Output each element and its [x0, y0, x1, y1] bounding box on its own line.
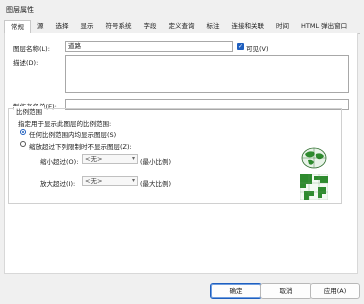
apply-button[interactable]: 应用(A)	[310, 283, 360, 299]
window-title: 图层属性	[6, 6, 34, 14]
description-textarea[interactable]	[65, 55, 349, 93]
radio-any-scale-label: 任何比例范围内均显示图层(S)	[29, 131, 117, 139]
map-detail-icon	[300, 174, 328, 200]
cancel-button[interactable]: 取消	[260, 283, 312, 299]
visible-checkbox[interactable]: ✓	[237, 43, 244, 50]
tab-definition-query[interactable]: 定义查询	[163, 20, 201, 32]
tab-selection[interactable]: 选择	[50, 20, 75, 32]
min-scale-hint: (最小比例)	[140, 158, 172, 166]
layer-name-label: 图层名称(L):	[13, 45, 50, 53]
visible-label: 可见(V)	[246, 45, 269, 53]
globe-icon	[301, 147, 327, 169]
radio-scale-limits[interactable]	[20, 141, 26, 147]
scale-instruction: 指定用于显示此图层的比例范围:	[18, 120, 112, 128]
layer-name-input[interactable]: 道路	[65, 41, 233, 52]
tab-symbology[interactable]: 符号系统	[100, 20, 138, 32]
max-scale-hint: (最大比例)	[140, 180, 172, 188]
max-scale-label: 放大超过(I):	[40, 180, 76, 188]
tab-strip: 常规 源 选择 显示 符号系统 字段 定义查询 标注 连接和关联 时间 HTML…	[4, 20, 360, 34]
description-label: 描述(D):	[13, 59, 39, 67]
tab-time[interactable]: 时间	[270, 20, 295, 32]
radio-scale-limits-label: 缩放超过下列限制时不显示图层(Z):	[29, 143, 132, 151]
min-scale-dropdown[interactable]: <无> ▾	[82, 154, 138, 164]
tab-joins-relates[interactable]: 连接和关联	[226, 20, 271, 32]
radio-any-scale[interactable]	[20, 129, 26, 135]
min-scale-label: 缩小超过(O):	[40, 158, 79, 166]
max-scale-dropdown[interactable]: <无> ▾	[82, 176, 138, 186]
tab-html-popup[interactable]: HTML 弹出窗口	[295, 20, 353, 32]
tab-labels[interactable]: 标注	[201, 20, 226, 32]
scale-range-title: 比例范围	[14, 106, 44, 116]
title-bar: 图层属性	[0, 0, 364, 18]
tab-display[interactable]: 显示	[75, 20, 100, 32]
tab-source[interactable]: 源	[31, 20, 50, 32]
chevron-down-icon: ▾	[131, 177, 135, 184]
tab-fields[interactable]: 字段	[138, 20, 163, 32]
chevron-down-icon: ▾	[131, 155, 135, 162]
tab-general[interactable]: 常规	[4, 20, 31, 34]
ok-button[interactable]: 确定	[210, 283, 262, 299]
